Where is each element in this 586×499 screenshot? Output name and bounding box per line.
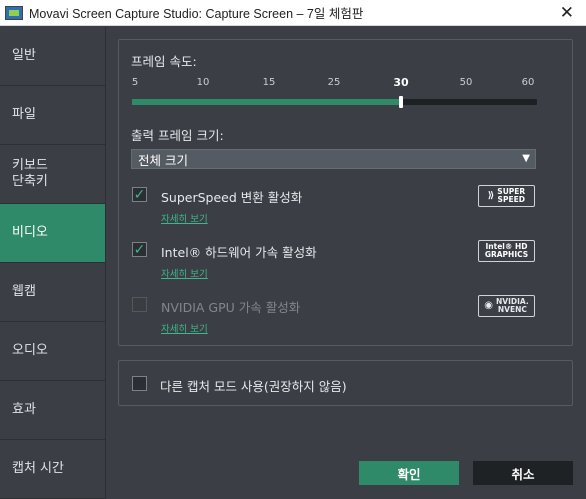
sidebar-item-label: 효과 [12,402,36,417]
frame-rate-label: 프레임 속도: [131,54,197,69]
output-frame-size-label: 출력 프레임 크기: [131,128,224,143]
sidebar-item-label: 오디오 [12,343,48,358]
ok-button[interactable]: 확인 [359,461,459,485]
output-frame-size-value: 전체 크기 [138,152,188,168]
sidebar-item-general[interactable]: 일반 [0,27,105,86]
settings-sidebar: 일반 파일 키보드 단축키 비디오 웹캠 오디오 효과 캡처 시간 [0,27,105,499]
frame-rate-tick: 25 [327,77,341,88]
frame-rate-tick: 15 [262,77,276,88]
superspeed-logo-icon: ⟫ SUPER SPEED [478,185,535,207]
title-bar: Movavi Screen Capture Studio: Capture Sc… [0,0,586,26]
frame-rate-scale: 5 10 15 25 30 50 60 [131,76,541,91]
sidebar-item-label: 캡처 시간 [12,461,64,476]
intel-hd-graphics-logo-text: Intel® HD GRAPHICS [484,242,529,259]
intel-hw-accel-checkbox[interactable]: ✓ [132,242,147,257]
nvidia-gpu-accel-checkbox[interactable] [132,297,147,312]
sidebar-item-file[interactable]: 파일 [0,86,105,145]
frame-rate-tick: 60 [521,77,535,88]
checkmark-icon: ✓ [133,241,146,258]
superspeed-label: SuperSpeed 변환 활성화 [161,190,303,205]
sidebar-item-audio[interactable]: 오디오 [0,322,105,381]
sidebar-item-webcam[interactable]: 웹캠 [0,263,105,322]
superspeed-logo-text: SUPER SPEED [497,187,526,204]
frame-rate-tick: 5 [131,77,139,88]
nvidia-nvenc-logo-text: NVIDIA. NVENC [496,297,529,314]
frame-rate-slider-fill [132,99,401,105]
movavi-app-icon [5,5,23,20]
frame-rate-slider-handle[interactable] [399,96,403,108]
chevron-down-icon: ▼ [522,153,530,164]
sidebar-item-effects[interactable]: 효과 [0,381,105,440]
intel-hw-accel-label: Intel® 하드웨어 가속 활성화 [161,245,317,260]
sidebar-item-keyboard-shortcuts[interactable]: 키보드 단축키 [0,145,105,204]
sidebar-item-label: 비디오 [12,225,48,240]
superspeed-details-link[interactable]: 자세히 보기 [161,211,208,225]
sidebar-item-label: 웹캠 [12,284,36,299]
frame-rate-slider[interactable] [132,96,537,108]
frame-rate-tick: 50 [459,77,473,88]
intel-hw-accel-details-link[interactable]: 자세히 보기 [161,266,208,280]
sidebar-item-label: 일반 [12,48,36,63]
sidebar-item-capture-time[interactable]: 캡처 시간 [0,440,105,499]
intel-hd-graphics-logo-icon: Intel® HD GRAPHICS [478,240,535,262]
cancel-button[interactable]: 취소 [473,461,573,485]
frame-rate-tick: 10 [196,77,210,88]
nvidia-nvenc-logo-icon: ◉ NVIDIA. NVENC [478,295,535,317]
sidebar-item-video[interactable]: 비디오 [0,204,105,263]
frame-rate-tick-selected: 30 [393,76,409,89]
other-capture-mode-checkbox[interactable] [132,376,147,391]
output-frame-size-select[interactable]: 전체 크기 ▼ [131,149,536,169]
sidebar-item-label: 키보드 단축키 [12,158,48,189]
sidebar-divider [105,27,106,499]
other-capture-mode-label: 다른 캡처 모드 사용(권장하지 않음) [160,379,347,394]
close-icon[interactable]: ✕ [560,3,574,23]
window-title: Movavi Screen Capture Studio: Capture Sc… [29,7,364,21]
nvidia-gpu-accel-details-link[interactable]: 자세히 보기 [161,321,208,335]
nvidia-gpu-accel-label: NVIDIA GPU 가속 활성화 [161,300,301,315]
superspeed-checkbox[interactable]: ✓ [132,187,147,202]
checkmark-icon: ✓ [133,186,146,203]
sidebar-item-label: 파일 [12,107,36,122]
